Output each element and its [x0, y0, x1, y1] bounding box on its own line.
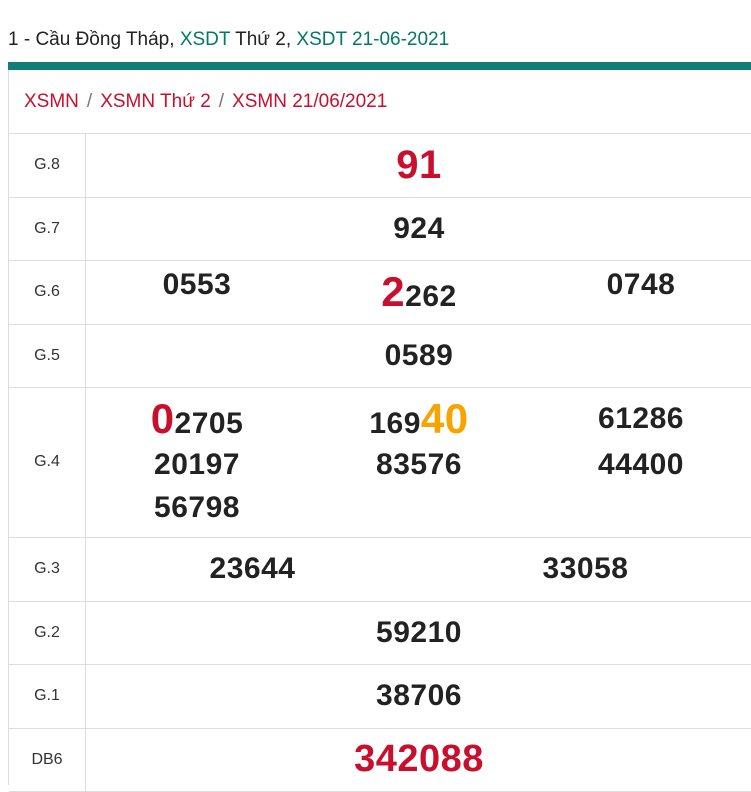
prize-label: G.8: [9, 134, 86, 198]
title-link-xsdt-date[interactable]: XSDT 21-06-2021: [296, 29, 449, 50]
breadcrumb-xsmn[interactable]: XSMN: [24, 91, 79, 112]
prize-label: G.1: [9, 664, 86, 729]
prize-number: 0748: [606, 268, 676, 301]
prize-number-highlight: 2262: [308, 268, 530, 316]
header-divider: [8, 62, 751, 70]
breadcrumb-separator: /: [86, 91, 93, 112]
prize-number: 56798: [154, 491, 240, 524]
prize-number: 33058: [542, 552, 629, 585]
prize-row-g1: G.1 38706: [9, 664, 751, 729]
breadcrumb-xsmn-date[interactable]: XSMN 21/06/2021: [232, 91, 387, 112]
prize-number: 83576: [376, 448, 462, 481]
prize-number: 38706: [376, 679, 462, 712]
prize-number: 61286: [598, 402, 684, 435]
breadcrumb: XSMN / XSMN Thứ 2 / XSMN 21/06/2021: [9, 70, 751, 134]
prize-number-highlight: 16940: [308, 395, 530, 443]
prize-label: G.5: [9, 324, 86, 388]
prize-row-g6: G.6 0553 2262 0748: [9, 260, 751, 325]
prize-label: G.2: [9, 601, 86, 665]
prize-number: 44400: [598, 448, 684, 481]
prize-number-highlight: 02705: [86, 395, 308, 443]
prize-number: 20197: [154, 448, 240, 481]
prize-row-g2: G.2 59210: [9, 601, 751, 665]
prize-number: 0553: [162, 268, 232, 301]
prize-label: DB6: [9, 728, 86, 792]
prize-label: G.3: [9, 537, 86, 602]
number-head: 2: [381, 268, 406, 315]
title-middle: Thứ 2,: [230, 29, 297, 50]
prize-row-g7: G.7 924: [9, 197, 751, 261]
number-tail: 40: [420, 395, 469, 442]
prize-row-g5: G.5 0589: [9, 324, 751, 388]
breadcrumb-xsmn-thu2[interactable]: XSMN Thứ 2: [100, 91, 211, 112]
page-title: 1 - Cầu Đồng Tháp, XSDT Thứ 2, XSDT 21-0…: [8, 26, 449, 54]
prize-number: 91: [396, 142, 442, 187]
prize-row-db: DB6 342088: [9, 728, 751, 792]
prize-label: G.6: [9, 260, 86, 325]
special-prize-number: 342088: [354, 738, 484, 780]
title-prefix: 1 - Cầu Đồng Tháp,: [8, 29, 180, 50]
prize-row-g3: G.3 23644 33058: [9, 537, 751, 602]
prize-label: G.4: [9, 387, 86, 538]
prize-row-g8: G.8 91: [9, 134, 751, 198]
prize-row-g4: G.4 02705 20197 56798 16940 83576 61286 …: [9, 387, 751, 538]
number-head: 169: [369, 407, 421, 440]
prize-number: 0589: [384, 338, 454, 372]
breadcrumb-separator: /: [218, 91, 225, 112]
results-table: G.8 91 G.7 924 G.6 0553 2262 0748 G.5 05…: [9, 134, 751, 792]
prize-label: G.7: [9, 197, 86, 261]
prize-number: 59210: [376, 615, 462, 649]
number-head: 0: [150, 395, 175, 442]
results-panel: XSMN / XSMN Thứ 2 / XSMN 21/06/2021 G.8 91 G…: [8, 70, 751, 792]
prize-number: 924: [393, 211, 445, 245]
number-tail: 2705: [174, 407, 244, 440]
number-tail: 262: [405, 280, 457, 313]
prize-number: 23644: [209, 552, 296, 585]
title-link-xsdt[interactable]: XSDT: [180, 29, 230, 50]
